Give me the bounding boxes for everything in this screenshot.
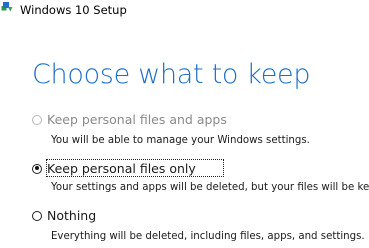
setup-window: Windows 10 Setup Choose what to keep Kee… xyxy=(0,0,369,248)
window-title: Windows 10 Setup xyxy=(20,3,127,17)
radio-nothing[interactable] xyxy=(32,210,42,221)
option-description: You will be able to manage your Windows … xyxy=(51,135,310,146)
radio-keep-files-and-apps[interactable] xyxy=(32,114,42,125)
option-label: Keep personal files and apps xyxy=(47,112,227,127)
windows-setup-icon xyxy=(1,2,13,12)
option-description: Everything will be deleted, including fi… xyxy=(51,231,365,242)
option-description: Your settings and apps will be deleted, … xyxy=(51,182,369,193)
option-label: Nothing xyxy=(47,208,97,223)
radio-keep-files-only[interactable] xyxy=(32,163,42,174)
option-label: Keep personal files only xyxy=(47,161,196,176)
title-bar: Windows 10 Setup xyxy=(0,0,369,22)
page-title: Choose what to keep xyxy=(32,59,311,90)
